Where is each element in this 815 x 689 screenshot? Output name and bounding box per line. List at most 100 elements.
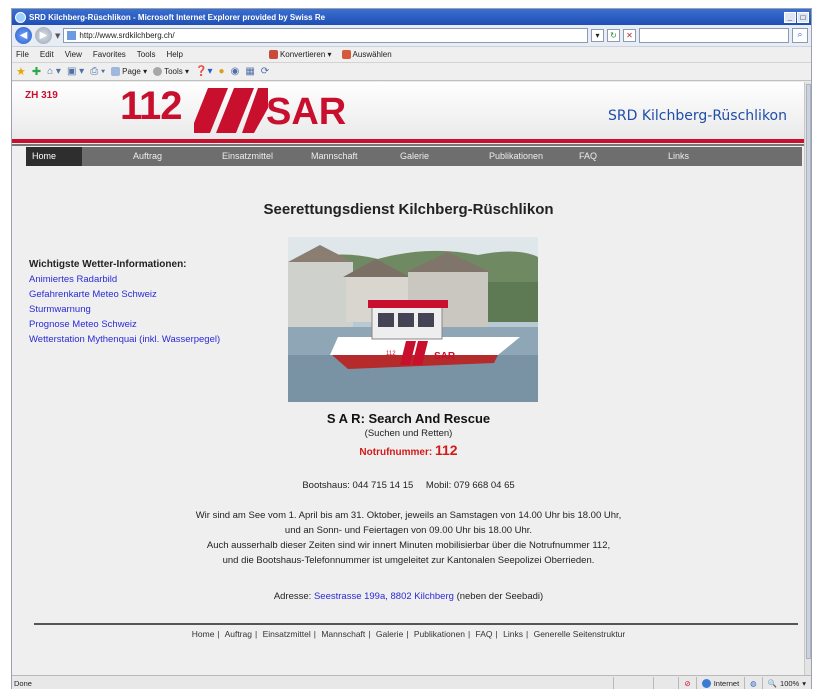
add-favorite-icon[interactable]: ✚	[32, 65, 41, 78]
menu-edit[interactable]: Edit	[40, 50, 54, 59]
address-label: Adresse:	[273, 591, 312, 602]
info-line: Wir sind am See vom 1. April bis am 31. …	[195, 510, 622, 521]
footer-einsatzmittel[interactable]: Einsatzmittel	[263, 629, 311, 639]
zone-indicator[interactable]: Internet	[695, 676, 744, 689]
address-link[interactable]: Seestrasse 199a, 8802 Kilchberg	[314, 591, 454, 602]
pdf-convert-icon	[268, 50, 278, 60]
svg-text:SAR: SAR	[434, 351, 456, 362]
toolbar-extra2-icon[interactable]: ⟳	[261, 66, 269, 77]
footer-auftrag[interactable]: Auftrag	[225, 629, 252, 639]
contact-numbers: Bootshaus: 044 715 14 15 Mobil: 079 668 …	[12, 480, 805, 491]
header-divider	[12, 144, 805, 146]
print-icon[interactable]: ⎙ ▾	[90, 66, 105, 77]
info-text: Wir sind am See vom 1. April bis am 31. …	[12, 508, 805, 568]
bootshaus-phone: Bootshaus: 044 715 14 15	[302, 480, 414, 491]
footer-galerie[interactable]: Galerie	[376, 629, 403, 639]
menu-favorites[interactable]: Favorites	[93, 50, 126, 59]
home-icon[interactable]: ⌂ ▾	[47, 66, 61, 77]
protected-mode-icon[interactable]: ◍	[744, 676, 762, 689]
mobil-phone: Mobil: 079 668 04 65	[425, 480, 515, 491]
footer-links[interactable]: Links	[503, 629, 523, 639]
menu-bar: File Edit View Favorites Tools Help Konv…	[12, 47, 811, 63]
status-bar: Done ⊘ Internet ◍ 🔍 100% ▾	[12, 675, 811, 689]
address-line: Adresse: Seestrasse 199a, 8802 Kilchberg…	[12, 591, 805, 602]
status-cell	[613, 676, 653, 689]
logo-stripes-icon	[194, 88, 268, 133]
nav-auftrag[interactable]: Auftrag	[133, 151, 162, 161]
browser-window: SRD Kilchberg-Rüschlikon - Microsoft Int…	[11, 8, 812, 689]
nav-einsatzmittel[interactable]: Einsatzmittel	[222, 151, 273, 161]
address-bar: ◀ ▶ ▼ http://www.srdkilchberg.ch/ ▾ ↻ ✕ …	[12, 25, 811, 47]
nav-mannschaft[interactable]: Mannschaft	[311, 151, 358, 161]
logo-112: 112	[120, 84, 183, 128]
notruf-number: 112	[434, 442, 458, 458]
konvertieren-button[interactable]: Konvertieren ▾	[268, 50, 332, 60]
page-title: Seerettungsdienst Kilchberg-Rüschlikon	[263, 201, 554, 218]
favorites-star-icon[interactable]: ★	[16, 65, 26, 78]
link-gefahrenkarte[interactable]: Gefahrenkarte Meteo Schweiz	[29, 287, 220, 302]
url-text: http://www.srdkilchberg.ch/	[79, 31, 175, 40]
research-icon[interactable]: ●	[219, 66, 225, 77]
auswaehlen-button[interactable]: Auswählen	[341, 50, 392, 60]
forward-button[interactable]: ▶	[35, 27, 52, 44]
nav-links[interactable]: Links	[668, 151, 689, 161]
scrollbar-thumb[interactable]	[806, 84, 811, 659]
stop-icon[interactable]: ✕	[623, 29, 636, 42]
search-input[interactable]	[639, 28, 789, 43]
nav-faq[interactable]: FAQ	[579, 151, 597, 161]
history-dropdown-icon[interactable]: ▼	[55, 32, 60, 40]
footer-mannschaft[interactable]: Mannschaft	[321, 629, 365, 639]
menu-file[interactable]: File	[16, 50, 29, 59]
maximize-button[interactable]: □	[797, 11, 809, 23]
site-header: ZH 319 112 SAR SRD Kilchberg-Rüschlikon	[12, 82, 805, 140]
page-menu[interactable]: Page ▾	[111, 67, 147, 77]
nav-home[interactable]: Home	[26, 147, 83, 166]
main-nav: Home Auftrag Einsatzmittel Mannschaft Ga…	[26, 147, 802, 166]
back-button[interactable]: ◀	[15, 27, 32, 44]
menu-help[interactable]: Help	[166, 50, 182, 59]
footer-faq[interactable]: FAQ	[476, 629, 493, 639]
title-bar: SRD Kilchberg-Rüschlikon - Microsoft Int…	[12, 9, 811, 25]
search-icon[interactable]: ⌕	[792, 28, 808, 43]
menu-tools[interactable]: Tools	[137, 50, 156, 59]
footer-nav: Home | Auftrag | Einsatzmittel | Mannschaft…	[191, 629, 626, 639]
info-line: und an Sonn- und Feiertagen von 09.00 Uh…	[284, 525, 533, 536]
sar-subtitle: (Suchen und Retten)	[364, 428, 453, 439]
address-note: (neben der Seebadi)	[456, 591, 544, 602]
notruf-label: Notrufnummer:	[359, 447, 433, 458]
tools-menu[interactable]: Tools ▾	[153, 67, 189, 77]
header-red-bar	[12, 139, 805, 143]
status-cell	[653, 676, 678, 689]
link-prognose[interactable]: Prognose Meteo Schweiz	[29, 317, 220, 332]
nav-publikationen[interactable]: Publikationen	[489, 151, 543, 161]
link-radarbild[interactable]: Animiertes Radarbild	[29, 272, 220, 287]
menu-view[interactable]: View	[65, 50, 82, 59]
toolbar-extra-icon[interactable]: ▦	[245, 66, 254, 77]
popup-blocker-icon[interactable]: ⊘	[678, 676, 695, 689]
vertical-scrollbar[interactable]	[804, 82, 811, 675]
nav-galerie[interactable]: Galerie	[400, 151, 429, 161]
info-line: Auch ausserhalb dieser Zeiten sind wir i…	[206, 540, 611, 551]
zoom-control[interactable]: 🔍 100% ▾	[761, 676, 811, 689]
minimize-button[interactable]: _	[784, 11, 796, 23]
refresh-icon[interactable]: ↻	[607, 29, 620, 42]
footer-home[interactable]: Home	[192, 629, 215, 639]
tools-gear-icon	[153, 67, 163, 77]
footer-seitenstruktur[interactable]: Generelle Seitenstruktur	[534, 629, 626, 639]
logo-sar: SAR	[266, 91, 347, 133]
status-text: Done	[14, 678, 32, 688]
page-menu-icon	[111, 67, 121, 77]
link-wetterstation[interactable]: Wetterstation Mythenquai (inkl. Wasserpe…	[29, 332, 220, 347]
url-input[interactable]: http://www.srdkilchberg.ch/	[63, 28, 588, 43]
svg-text:112: 112	[386, 351, 396, 357]
link-sturmwarnung[interactable]: Sturmwarnung	[29, 302, 220, 317]
footer-divider	[34, 623, 798, 625]
help-icon[interactable]: ❓▾	[195, 66, 212, 77]
messenger-icon[interactable]: ◉	[231, 66, 240, 77]
weather-section: Wichtigste Wetter-Informationen: Animier…	[29, 259, 220, 347]
feeds-icon[interactable]: ▣ ▾	[67, 66, 84, 77]
site-name: SRD Kilchberg-Rüschlikon	[608, 108, 787, 124]
page-viewport: ZH 319 112 SAR SRD Kilchberg-Rüschlikon …	[12, 82, 805, 675]
url-dropdown-icon[interactable]: ▾	[591, 29, 604, 42]
footer-publikationen[interactable]: Publikationen	[414, 629, 465, 639]
